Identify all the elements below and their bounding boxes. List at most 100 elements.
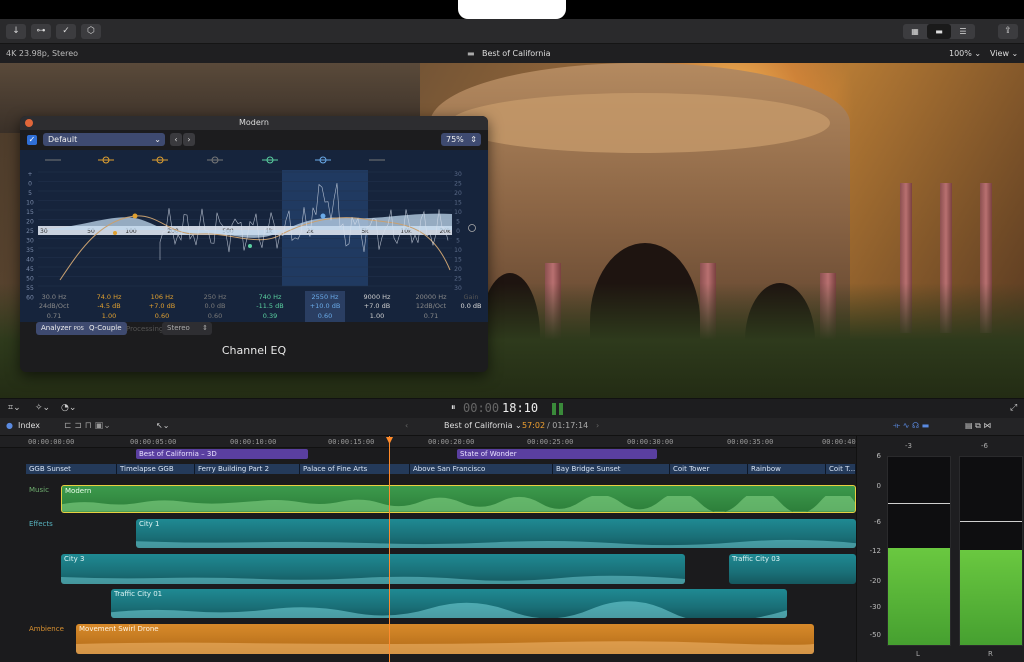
camera-notch — [458, 0, 566, 19]
share-icon: ⇪ — [1004, 26, 1012, 36]
crop-menu-icon[interactable]: ⌗⌄ — [8, 403, 21, 413]
band-frequency: 250 Hz — [204, 293, 227, 301]
ruler-tick-label: 00:00:00:00 — [28, 438, 75, 446]
eq-controls: ✓ Default ⌄ ‹ › 75% ⇕ — [20, 130, 488, 150]
view-percent-select[interactable]: 75% ⇕ — [441, 133, 481, 146]
background-tasks-button[interactable]: ✓ — [56, 24, 76, 39]
meter-left-peak — [888, 503, 950, 504]
video-clip[interactable]: Rainbow — [748, 464, 826, 474]
keyword-button[interactable]: ⊶ — [31, 24, 51, 39]
db-scale-label: 5 — [28, 190, 32, 197]
ruler-tick-label: 00:00:30:00 — [627, 438, 674, 446]
eq-graph[interactable]: +051015202530354045505560302520151050510… — [20, 150, 488, 372]
meter-scale-label: -6 — [874, 518, 881, 526]
audio-clip-city-1[interactable]: City 1 — [136, 519, 856, 548]
video-clip[interactable]: Coit T... — [826, 464, 856, 474]
view-controls-group[interactable]: ▤ ⧉ ⋈ — [965, 421, 991, 431]
meter-scale-label: -30 — [869, 603, 881, 611]
band-q: 0.71 — [47, 312, 61, 320]
band-point — [248, 244, 252, 248]
eq-enable-checkbox[interactable]: ✓ — [27, 135, 37, 145]
title-clip[interactable]: State of Wonder — [457, 449, 657, 459]
band-gain: +7.0 dB — [364, 302, 390, 310]
q-couple-button[interactable]: Q-Couple — [84, 322, 127, 335]
db-scale-label: 20 — [454, 190, 462, 197]
video-clip[interactable]: Timelapse GGB — [117, 464, 195, 474]
project-title: Best of California — [482, 49, 551, 58]
preset-select[interactable]: Default ⌄ — [43, 133, 165, 146]
video-clip[interactable]: Above San Francisco — [410, 464, 553, 474]
db-scale-label: 25 — [454, 181, 462, 188]
db-scale-label: 0 — [456, 228, 460, 235]
film-icon: ▬ — [467, 49, 475, 58]
import-button[interactable]: ↓ — [6, 24, 26, 39]
ruler-tick-label: 00:00:20:00 — [428, 438, 475, 446]
timeline-ruler[interactable]: 00:00:00:00 00:00:05:00 00:00:10:00 00:00:1… — [0, 436, 856, 448]
meter-scale-label: 6 — [876, 452, 881, 460]
close-button[interactable] — [25, 119, 33, 127]
band-frequency: 9000 Hz — [364, 293, 391, 301]
audio-clip-city-3[interactable]: City 3 — [61, 554, 685, 584]
audio-controls-group[interactable]: ⟛ ∿ ☊ ▬ — [893, 421, 929, 431]
band-q: 0.60 — [208, 312, 222, 320]
timeline[interactable]: 00:00:00:00 00:00:05:00 00:00:10:00 00:00:1… — [0, 436, 856, 662]
keyword-icon: ⊶ — [36, 26, 46, 36]
forward-icon[interactable]: › — [596, 421, 599, 430]
zoom-menu[interactable]: 100% ⌄ — [949, 44, 981, 63]
meter-scale-label: -50 — [869, 631, 881, 639]
band-q: 1.00 — [102, 312, 116, 320]
band-gain: -4.5 dB — [97, 302, 120, 310]
db-scale-label: 40 — [26, 257, 34, 264]
db-scale-label: 10 — [454, 247, 462, 254]
index-button[interactable]: Index — [18, 421, 40, 430]
next-preset-button[interactable]: › — [183, 133, 195, 146]
select-tool-icon[interactable]: ↖⌄ — [156, 421, 169, 430]
timecode[interactable]: 18:10 — [502, 401, 538, 415]
meter-scale-label: -12 — [869, 547, 881, 555]
audio-clip-movement-swirl-drone[interactable]: Movement Swirl Drone — [76, 624, 814, 654]
playhead[interactable] — [389, 436, 390, 662]
view-menu[interactable]: View ⌄ — [990, 44, 1018, 63]
meter-right-fill — [960, 550, 1022, 645]
audio-clip-modern[interactable]: Modern — [61, 485, 856, 513]
channel-eq-window: Modern ✓ Default ⌄ ‹ › 75% ⇕ +0 5 10 15 20 25 30… — [20, 116, 488, 372]
effects-menu-icon[interactable]: ✧⌄ — [35, 403, 50, 413]
import-icon: ↓ — [12, 26, 20, 36]
share-button[interactable]: ⇪ — [998, 24, 1018, 39]
prev-preset-button[interactable]: ‹ — [170, 133, 182, 146]
edit-buttons-group[interactable]: ⊏ ⊐ ⊓ ▣⌄ — [64, 421, 111, 431]
fullscreen-icon[interactable]: ⤢ — [1010, 403, 1017, 413]
inspector-icon[interactable]: ☰ — [951, 24, 975, 39]
db-scale-label: 25 — [454, 276, 462, 283]
video-clip[interactable]: Palace of Fine Arts — [300, 464, 410, 474]
browser-icon[interactable]: ▦ — [903, 24, 927, 39]
pause-icon[interactable]: ⏸ — [451, 403, 456, 413]
title-clip[interactable]: Best of California – 3D — [136, 449, 308, 459]
timecode-dim: 00:00 — [463, 401, 500, 415]
timeline-project-menu[interactable]: Best of California ⌄ — [444, 421, 522, 430]
audio-clip-traffic-city-03[interactable]: Traffic City 03 — [729, 554, 856, 584]
db-scale-label: 45 — [26, 266, 34, 273]
db-scale-label: 10 — [454, 209, 462, 216]
ruler-tick-label: 00:00:05:00 — [130, 438, 177, 446]
db-scale-label: + — [27, 171, 32, 178]
processing-select[interactable]: Stereo ⇕ — [162, 322, 212, 335]
timeline-icon[interactable]: ▬ — [927, 24, 951, 39]
video-clip[interactable]: GGB Sunset — [26, 464, 117, 474]
video-clip[interactable]: Bay Bridge Sunset — [553, 464, 670, 474]
speed-menu-icon[interactable]: ◔⌄ — [61, 403, 76, 413]
peak-left: -3 — [905, 442, 912, 450]
viewer-header: 4K 23.98p, Stereo ▬ Best of California 1… — [0, 44, 1024, 63]
video-clip[interactable]: Coit Tower — [670, 464, 748, 474]
video-clip[interactable]: Ferry Building Part 2 — [195, 464, 300, 474]
band-point — [320, 213, 326, 219]
lane-label-ambience: Ambience — [29, 625, 64, 633]
tag-button[interactable]: ⬡ — [81, 24, 101, 39]
eq-window-title: Modern — [238, 118, 269, 127]
audio-clip-traffic-city-01[interactable]: Traffic City 01 — [111, 589, 787, 618]
db-scale-label: 5 — [456, 238, 460, 245]
meter-right — [959, 456, 1023, 646]
freq-label: 30 — [40, 228, 48, 235]
waveform — [76, 641, 814, 654]
back-icon[interactable]: ‹ — [405, 421, 408, 430]
